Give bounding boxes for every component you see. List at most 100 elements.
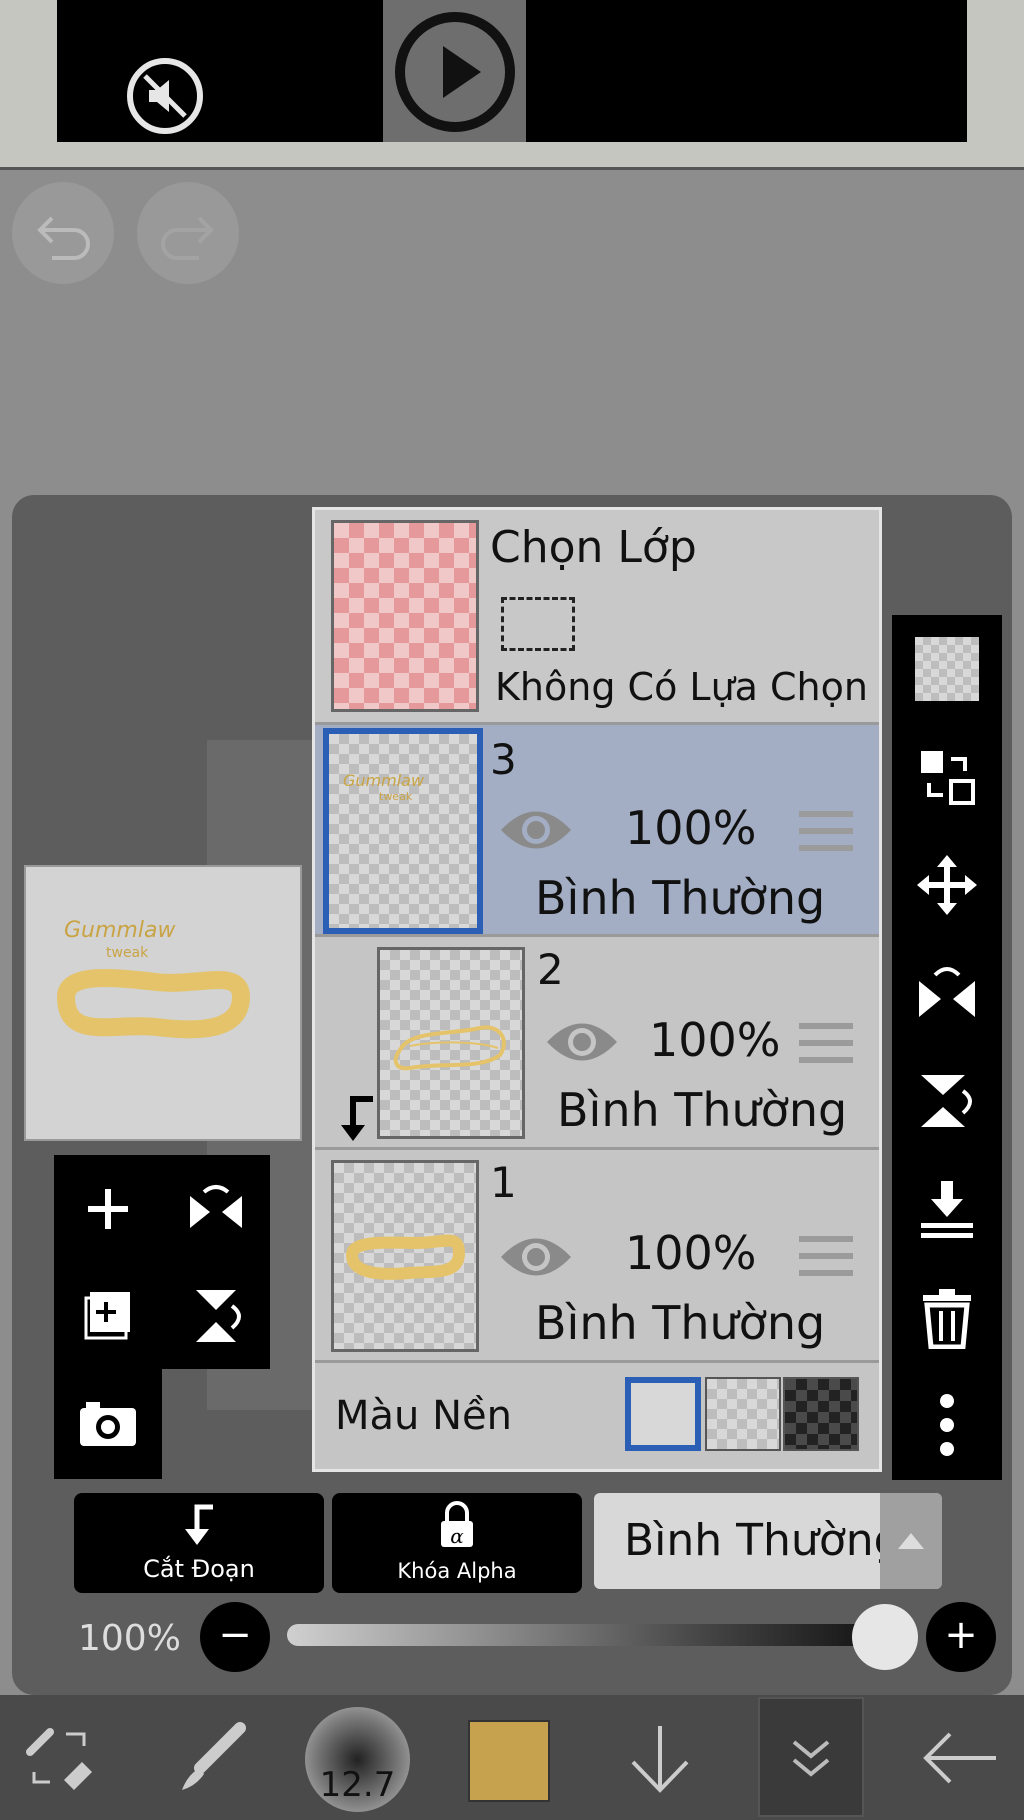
lock-icon: α xyxy=(441,1501,473,1548)
tool-block xyxy=(54,1155,270,1369)
alpha-lock-button[interactable]: α Khóa Alpha xyxy=(332,1493,582,1593)
selection-layer-row[interactable]: Chọn Lớp Không Có Lựa Chọn xyxy=(315,510,879,725)
undo-icon xyxy=(37,216,90,260)
visibility-eye-icon[interactable] xyxy=(499,1232,573,1282)
background-color-label: Màu Nền xyxy=(335,1393,512,1439)
layer-thumbnail: Gummlaw tweak xyxy=(323,728,483,934)
brush-eraser-swap-icon xyxy=(26,1727,92,1790)
flip-vertical-icon xyxy=(196,1289,241,1342)
undo-button[interactable] xyxy=(12,182,114,284)
arrow-down-icon xyxy=(631,1725,689,1793)
selection-status: Không Có Lựa Chọn xyxy=(495,665,868,709)
svg-text:Gummlaw: Gummlaw xyxy=(64,918,176,943)
brush-size-button[interactable]: 12.7 xyxy=(305,1707,410,1812)
trash-icon xyxy=(923,1289,971,1349)
tool-block xyxy=(54,1369,162,1479)
flip-vertical-icon xyxy=(921,1075,972,1127)
svg-text:Gummlaw: Gummlaw xyxy=(343,771,425,790)
background-color-row: Màu Nền xyxy=(315,1363,879,1469)
opacity-decrease-button[interactable]: − xyxy=(200,1602,270,1672)
flip-horizontal-layer-button[interactable] xyxy=(162,1155,270,1262)
layer-number: 3 xyxy=(490,735,517,784)
minus-icon: − xyxy=(218,1612,252,1658)
play-icon[interactable] xyxy=(395,12,515,132)
triangle-up-icon xyxy=(898,1533,924,1549)
more-vertical-icon xyxy=(940,1394,954,1456)
layer-opacity: 100% xyxy=(625,801,757,855)
flip-horizontal-button[interactable] xyxy=(892,939,1002,1047)
drag-handle-icon[interactable] xyxy=(799,1236,853,1287)
layer-list: Chọn Lớp Không Có Lựa Chọn Gummlaw tweak… xyxy=(312,507,882,1472)
add-layer-button[interactable] xyxy=(54,1155,162,1262)
plus-icon xyxy=(88,1188,128,1229)
chevron-double-down-icon xyxy=(792,1740,830,1777)
opacity-increase-button[interactable]: + xyxy=(926,1602,996,1672)
selection-layer-thumbnail xyxy=(331,520,479,712)
redo-button[interactable] xyxy=(137,182,239,284)
layer-number: 1 xyxy=(490,1158,517,1207)
flip-horizontal-icon xyxy=(919,967,975,1017)
blend-mode-select[interactable]: Bình Thường xyxy=(594,1493,942,1589)
swap-icon xyxy=(921,751,975,805)
delete-layer-button[interactable] xyxy=(892,1263,1002,1371)
svg-text:tweak: tweak xyxy=(106,945,149,961)
layer-row[interactable]: 1 100% Bình Thường xyxy=(315,1150,879,1363)
visibility-eye-icon[interactable] xyxy=(499,805,573,855)
layer-opacity: 100% xyxy=(649,1013,781,1067)
layer-blend-mode: Bình Thường xyxy=(535,1296,826,1350)
brush-size-value: 12.7 xyxy=(319,1765,396,1805)
clipping-button[interactable]: Cắt Đoạn xyxy=(74,1493,324,1593)
background-transparent-swatch[interactable] xyxy=(705,1377,781,1451)
layer-blend-mode: Bình Thường xyxy=(557,1083,848,1137)
flip-vertical-layer-button[interactable] xyxy=(162,1262,270,1369)
camera-button[interactable] xyxy=(54,1369,162,1476)
layer-blend-mode: Bình Thường xyxy=(535,871,826,925)
mute-icon[interactable] xyxy=(127,58,203,134)
background-white-swatch[interactable] xyxy=(625,1377,701,1451)
transparency-button[interactable] xyxy=(892,615,1002,723)
blend-mode-dropdown[interactable] xyxy=(880,1493,942,1589)
background-dark-checker-swatch[interactable] xyxy=(783,1377,859,1451)
plus-icon: + xyxy=(944,1612,978,1658)
selection-marquee-icon xyxy=(501,597,575,651)
brush-eraser-toggle-button[interactable] xyxy=(10,1695,110,1820)
move-icon xyxy=(917,855,977,915)
duplicate-icon xyxy=(84,1291,130,1339)
layer-tool-column xyxy=(892,615,1002,1480)
layer-row[interactable]: 2 100% Bình Thường xyxy=(315,937,879,1150)
alpha-lock-label: Khóa Alpha xyxy=(397,1559,517,1583)
visibility-eye-icon[interactable] xyxy=(545,1017,619,1067)
layer-thumbnail xyxy=(331,1160,479,1352)
selection-layer-title: Chọn Lớp xyxy=(490,522,697,573)
clipping-arrow-icon xyxy=(341,1096,373,1141)
svg-text:tweak: tweak xyxy=(379,790,413,803)
opacity-slider-knob[interactable] xyxy=(852,1604,918,1670)
layer-number: 2 xyxy=(537,945,564,994)
opacity-value: 100% xyxy=(78,1618,181,1659)
more-options-button[interactable] xyxy=(892,1371,1002,1479)
current-color-swatch[interactable] xyxy=(468,1720,550,1802)
layer-opacity: 100% xyxy=(625,1226,757,1280)
merge-down-button[interactable] xyxy=(892,1155,1002,1263)
bottom-toolbar: 12.7 xyxy=(0,1695,1024,1820)
svg-text:α: α xyxy=(450,1524,464,1548)
brush-tool-button[interactable] xyxy=(160,1695,260,1820)
opacity-slider[interactable] xyxy=(287,1624,887,1646)
move-layer-button[interactable] xyxy=(892,831,1002,939)
merge-down-icon xyxy=(921,1181,973,1238)
brush-icon xyxy=(182,1721,246,1790)
blend-mode-value: Bình Thường xyxy=(624,1515,902,1566)
drag-handle-icon[interactable] xyxy=(799,1023,853,1074)
swap-layer-button[interactable] xyxy=(892,723,1002,831)
duplicate-layer-button[interactable] xyxy=(54,1262,162,1369)
layer-down-button[interactable] xyxy=(610,1695,710,1820)
clipping-arrow-icon xyxy=(185,1504,213,1545)
drag-handle-icon[interactable] xyxy=(799,811,853,862)
back-button[interactable] xyxy=(910,1695,1010,1820)
layer-row[interactable]: Gummlaw tweak 3 100% Bình Thường xyxy=(315,725,879,937)
arrow-left-icon xyxy=(923,1732,996,1783)
flip-vertical-button[interactable] xyxy=(892,1047,1002,1155)
layers-menu-button[interactable] xyxy=(758,1697,864,1817)
canvas-preview[interactable]: Gummlaw tweak xyxy=(24,865,302,1141)
checker-icon xyxy=(915,637,979,701)
